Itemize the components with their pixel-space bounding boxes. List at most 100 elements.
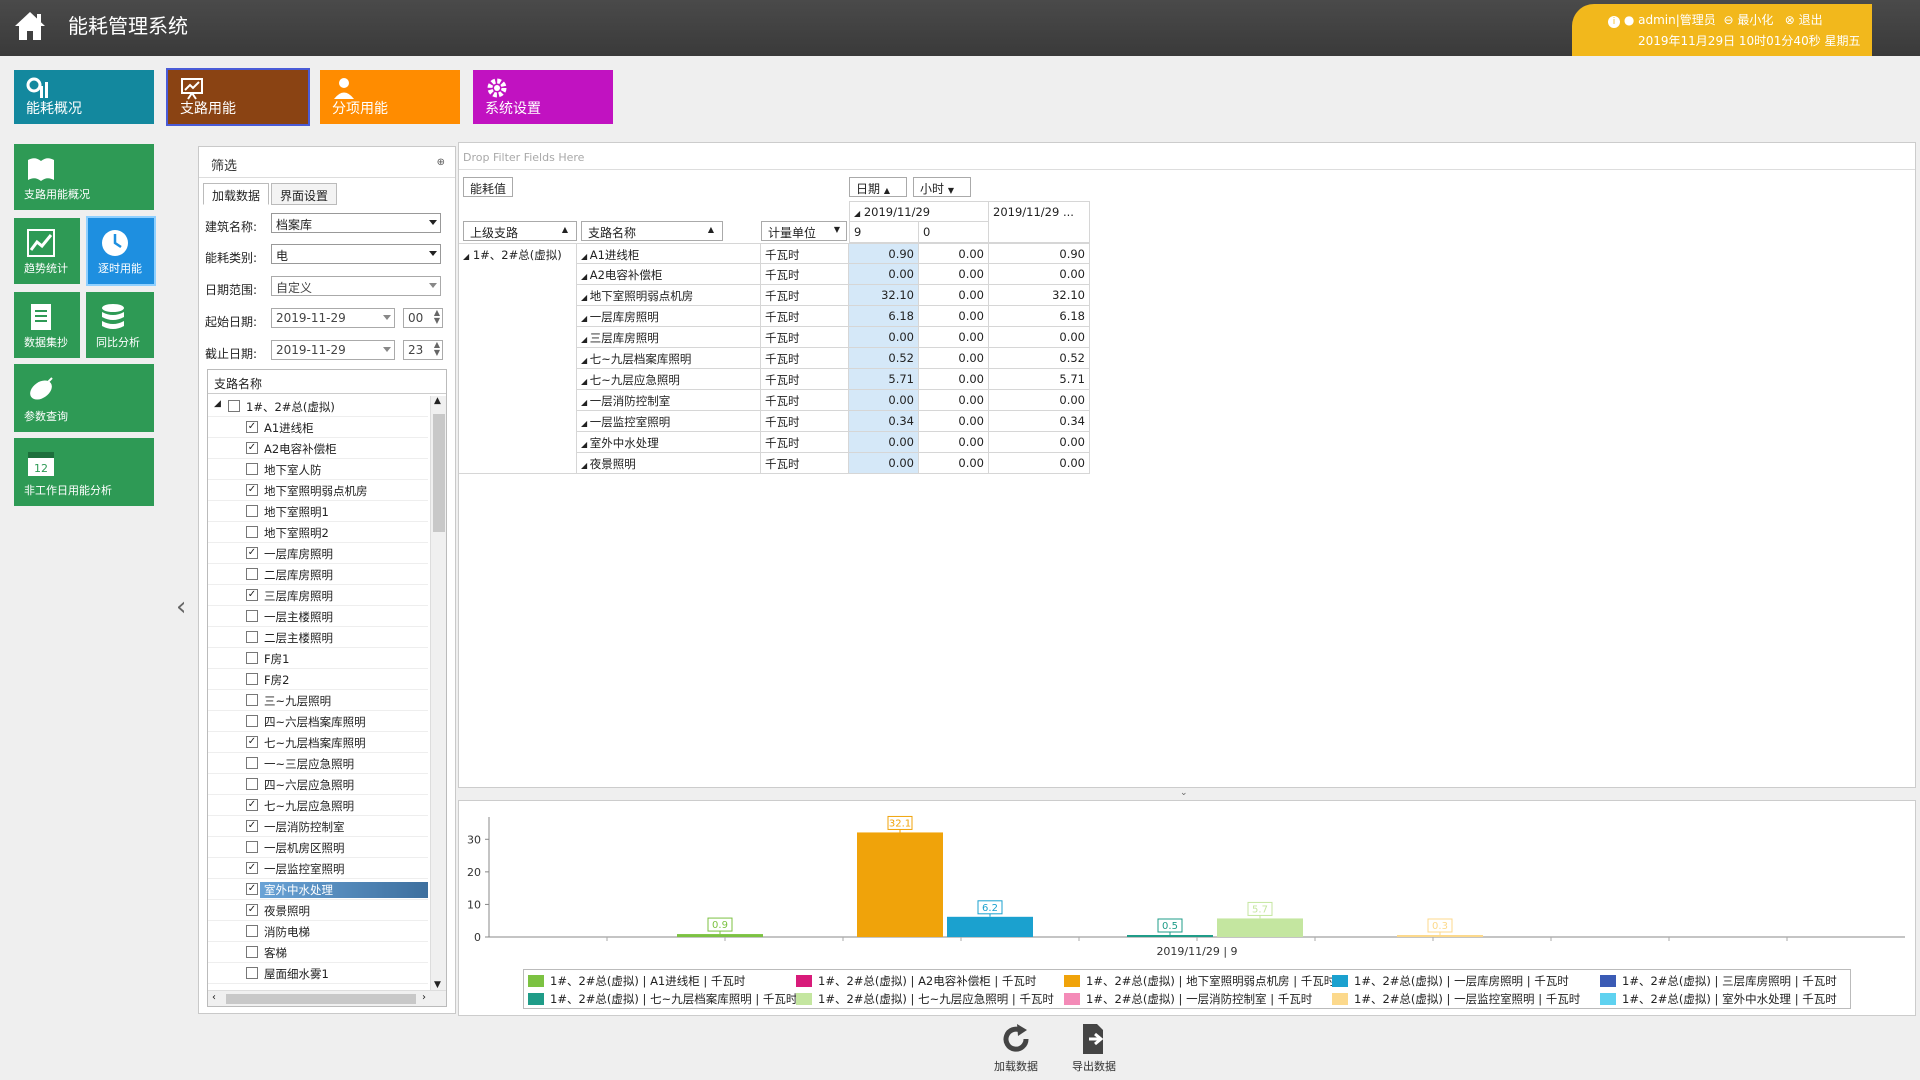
pin-icon[interactable]: ⊕ [437,157,445,168]
tree-item[interactable]: 地下室人防 [208,459,428,480]
tree-item[interactable]: ✓ 七~九层应急照明 [208,795,428,816]
hour0-value-cell[interactable]: 0.00 [919,264,989,285]
unit-cell[interactable]: 千瓦时 [761,369,849,390]
branch-name-cell[interactable]: ◢ A1进线柜 [577,243,761,264]
checkbox[interactable]: ✓ [246,862,258,874]
hour9-value-cell[interactable]: 0.00 [849,390,919,411]
scroll-thumb[interactable] [226,994,416,1004]
total-value-cell[interactable]: 32.10 [989,285,1090,306]
tree-item[interactable]: 二层主楼照明 [208,627,428,648]
checkbox[interactable] [246,463,258,475]
filter-drop-zone[interactable]: Drop Filter Fields Here [463,151,584,164]
checkbox[interactable]: ✓ [246,799,258,811]
hour0-value-cell[interactable]: 0.00 [919,390,989,411]
tree-horizontal-scrollbar[interactable]: ‹ › [208,990,446,1006]
tab-ui-settings[interactable]: 界面设置 [271,183,338,205]
legend-item[interactable]: 1#、2#总(虚拟) | 一层库房照明 | 千瓦时 [1332,973,1569,989]
tree-item[interactable]: 三~九层照明 [208,690,428,711]
checkbox[interactable] [246,505,258,517]
legend-item[interactable]: 1#、2#总(虚拟) | A1进线柜 | 千瓦时 [528,973,745,989]
data-field-button[interactable]: 能耗值 [463,177,514,197]
branch-name-cell[interactable]: ◢ 一层库房照明 [577,306,761,327]
start-date-input[interactable]: 2019-11-29 [271,308,395,328]
checkbox[interactable] [246,610,258,622]
unit-cell[interactable]: 千瓦时 [761,327,849,348]
total-value-cell[interactable]: 0.00 [989,453,1090,474]
legend-item[interactable]: 1#、2#总(虚拟) | 一层监控室照明 | 千瓦时 [1332,991,1580,1007]
tree-item[interactable]: ✓ 夜景照明 [208,900,428,921]
tree-item[interactable]: 四~六层档案库照明 [208,711,428,732]
collapse-icon[interactable]: ◢ [581,377,590,386]
collapse-sidebar-icon[interactable]: ‹ [176,592,186,622]
tree-item[interactable]: ✓ 三层库房照明 [208,585,428,606]
scroll-left-icon[interactable]: ‹ [212,992,216,1003]
unit-cell[interactable]: 千瓦时 [761,264,849,285]
legend-item[interactable]: 1#、2#总(虚拟) | A2电容补偿柜 | 千瓦时 [796,973,1036,989]
tree-item[interactable]: 地下室照明1 [208,501,428,522]
collapse-icon[interactable]: ◢ [581,293,590,302]
checkbox[interactable]: ✓ [246,736,258,748]
reload-data-button[interactable]: 加载数据 [986,1022,1046,1074]
hour0-value-cell[interactable]: 0.00 [919,243,989,264]
total-value-cell[interactable]: 0.00 [989,264,1090,285]
legend-item[interactable]: 1#、2#总(虚拟) | 一层消防控制室 | 千瓦时 [1064,991,1312,1007]
tree-item[interactable]: ✓ 一层库房照明 [208,543,428,564]
checkbox[interactable] [246,715,258,727]
scroll-right-icon[interactable]: › [422,992,426,1003]
tree-vertical-scrollbar[interactable]: ▲ ▼ [430,396,446,990]
total-value-cell[interactable]: 0.00 [989,390,1090,411]
side-branch-overview[interactable]: 支路用能概况 [14,144,154,210]
scroll-up-icon[interactable]: ▲ [434,396,441,406]
hour9-value-cell[interactable]: 0.00 [849,453,919,474]
tree-root-row[interactable]: ◢ 1#、2#总(虚拟) [208,396,428,417]
date-header[interactable]: ◢ 2019/11/29 [849,201,989,222]
collapse-icon[interactable]: ◢ [581,252,590,261]
row-field-unit[interactable]: 计量单位 ▼ [761,221,847,241]
legend-item[interactable]: 1#、2#总(虚拟) | 七~九层应急照明 | 千瓦时 [796,991,1054,1007]
collapse-icon[interactable]: ◢ [581,335,590,344]
collapse-icon[interactable]: ◢ [581,272,590,281]
tree-item[interactable]: ✓ 一层监控室照明 [208,858,428,879]
hour9-value-cell[interactable]: 0.90 [849,243,919,264]
start-hour-stepper[interactable]: 00 ▲ ▼ [403,308,443,328]
unit-cell[interactable]: 千瓦时 [761,453,849,474]
unit-cell[interactable]: 千瓦时 [761,390,849,411]
tree-item[interactable]: ✓ 七~九层档案库照明 [208,732,428,753]
tree-item[interactable]: F房1 [208,648,428,669]
collapse-icon[interactable]: ◢ [581,314,590,323]
row-field-branch[interactable]: 支路名称 ▲ [581,221,723,241]
checkbox[interactable] [246,568,258,580]
tree-item[interactable]: 消防电梯 [208,921,428,942]
tree-item[interactable]: F房2 [208,669,428,690]
unit-cell[interactable]: 千瓦时 [761,411,849,432]
tree-item[interactable]: 客梯 [208,942,428,963]
checkbox[interactable] [228,400,240,412]
checkbox[interactable] [246,673,258,685]
checkbox[interactable] [246,694,258,706]
total-value-cell[interactable]: 6.18 [989,306,1090,327]
hour9-value-cell[interactable]: 0.00 [849,327,919,348]
checkbox[interactable]: ✓ [246,547,258,559]
collapse-icon[interactable]: ◢ [581,419,590,428]
checkbox[interactable] [246,631,258,643]
branch-name-cell[interactable]: ◢ 一层消防控制室 [577,390,761,411]
hour0-value-cell[interactable]: 0.00 [919,432,989,453]
checkbox[interactable] [246,652,258,664]
checkbox[interactable]: ✓ [246,904,258,916]
collapse-icon[interactable]: ◢ [854,209,860,218]
tree-item[interactable]: 四~六层应急照明 [208,774,428,795]
tile-branch-energy[interactable]: 支路用能 [166,68,310,126]
tree-item[interactable]: 一层机房区照明 [208,837,428,858]
legend-item[interactable]: 1#、2#总(虚拟) | 地下室照明弱点机房 | 千瓦时 [1064,973,1335,989]
hour9-value-cell[interactable]: 0.52 [849,348,919,369]
hour0-value-cell[interactable]: 0.00 [919,453,989,474]
checkbox[interactable]: ✓ [246,820,258,832]
tile-energy-overview[interactable]: 能耗概况 [14,70,154,124]
collapse-icon[interactable]: ◢ [581,398,590,407]
hour9-value-cell[interactable]: 32.10 [849,285,919,306]
hour0-value-cell[interactable]: 0.00 [919,327,989,348]
hour9-value-cell[interactable]: 0.34 [849,411,919,432]
collapse-icon[interactable]: ◢ [581,440,590,449]
side-param-query[interactable]: 参数查询 [14,364,154,432]
tree-item[interactable]: 地下室照明2 [208,522,428,543]
